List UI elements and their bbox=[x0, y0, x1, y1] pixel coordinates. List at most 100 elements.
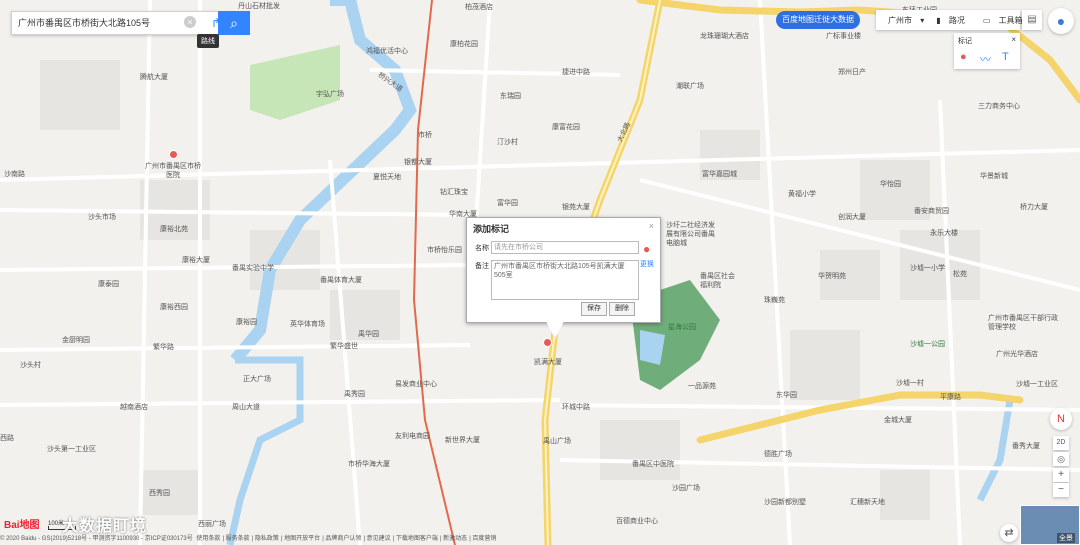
poi-label[interactable]: 广州光华酒店 bbox=[996, 350, 1038, 359]
poi-label[interactable]: 禹秀园 bbox=[344, 390, 365, 399]
marker-note-textarea[interactable]: 广州市番禺区市桥街大北路105号凯满大厦505室 bbox=[491, 260, 639, 300]
search-button[interactable]: ⌕ bbox=[218, 11, 250, 35]
poi-label[interactable]: 康裕西园 bbox=[160, 303, 188, 312]
city-selector[interactable]: 广州市 ▾ bbox=[876, 15, 930, 26]
poi-label[interactable]: 西秀园 bbox=[149, 489, 170, 498]
poi-label[interactable]: 东瑞园 bbox=[500, 92, 521, 101]
poi-label[interactable]: 番禺区中医院 bbox=[632, 460, 674, 469]
poi-label[interactable]: 广标事业楼 bbox=[826, 32, 861, 41]
marker-name-input[interactable]: 请先在市桥公司 bbox=[491, 241, 639, 254]
footer-link[interactable]: 隐私政策 bbox=[255, 536, 279, 542]
text-icon[interactable]: T bbox=[1002, 51, 1009, 63]
footer-link[interactable]: 百度营销 bbox=[472, 536, 496, 542]
poi-label[interactable]: 东华园 bbox=[776, 391, 797, 400]
2d-toggle-button[interactable]: 2D bbox=[1053, 436, 1069, 450]
park-label[interactable]: 沙墟一公园 bbox=[910, 340, 945, 349]
user-avatar-button[interactable]: ● bbox=[1048, 8, 1074, 34]
save-button[interactable]: 保存 bbox=[581, 302, 607, 316]
poi-label[interactable]: 百德商业中心 bbox=[616, 517, 658, 526]
poi-label[interactable]: 越南酒店 bbox=[120, 403, 148, 412]
delete-button[interactable]: 删除 bbox=[609, 302, 635, 316]
panorama-thumbnail[interactable]: 全景 bbox=[1020, 505, 1080, 545]
swap-view-button[interactable]: ⇄ bbox=[1000, 524, 1018, 542]
footer-link[interactable]: 新激动态 bbox=[443, 536, 467, 542]
poi-label[interactable]: 华怡园 bbox=[880, 180, 901, 189]
poi-label[interactable]: 柏茂酒店 bbox=[465, 3, 493, 12]
poi-label[interactable]: 松苑 bbox=[953, 270, 967, 279]
poi-label[interactable]: 康泰园 bbox=[98, 280, 119, 289]
poi-label[interactable]: 番安商贸园 bbox=[914, 207, 949, 216]
poi-label[interactable]: 康裕园 bbox=[236, 318, 257, 327]
poi-label[interactable]: 金城大厦 bbox=[884, 416, 912, 425]
poi-label[interactable]: 康富花园 bbox=[552, 123, 580, 132]
poi-label[interactable]: 银都大厦 bbox=[404, 158, 432, 167]
poi-label[interactable]: 广州市番禺区市桥医院 bbox=[145, 150, 201, 180]
poi-label[interactable]: 龙珠珊瑚大酒店 bbox=[700, 32, 749, 41]
poi-label[interactable]: 沙头市场 bbox=[88, 213, 116, 222]
footer-link[interactable]: 下载地图客户端 bbox=[396, 536, 438, 542]
footer-link[interactable]: 服务条款 bbox=[226, 536, 250, 542]
poi-label[interactable]: 禹山广场 bbox=[543, 437, 571, 446]
change-icon-link[interactable]: 更换 bbox=[640, 259, 654, 269]
poi-label[interactable]: 市桥 bbox=[418, 131, 432, 140]
poi-label[interactable]: 正大广场 bbox=[243, 375, 271, 384]
clear-icon[interactable]: × bbox=[184, 16, 196, 28]
poi-label[interactable]: 潮联广场 bbox=[676, 82, 704, 91]
poi-label[interactable]: 银苑大厦 bbox=[562, 203, 590, 212]
poi-label[interactable]: 沙墟一小学 bbox=[910, 264, 945, 273]
locate-button[interactable]: ◎ bbox=[1053, 452, 1069, 466]
poi-label[interactable]: 沙头村 bbox=[20, 361, 41, 370]
poi-label[interactable]: 凯满大厦 bbox=[534, 358, 562, 367]
poi-label[interactable]: 创润大厦 bbox=[838, 213, 866, 222]
poi-label[interactable]: 一品源苑 bbox=[688, 382, 716, 391]
poi-label[interactable]: 英华体育场 bbox=[290, 320, 325, 329]
poi-label[interactable]: 沙园广场 bbox=[672, 484, 700, 493]
poi-label[interactable]: 沙头第一工业区 bbox=[47, 445, 96, 454]
poi-label[interactable]: 禹华园 bbox=[358, 330, 379, 339]
footer-link[interactable]: 使用条款 bbox=[196, 536, 220, 542]
poi-label[interactable]: 鸿福优活中心 bbox=[366, 47, 408, 56]
poi-label[interactable]: 沙墟一村 bbox=[896, 379, 924, 388]
message-button[interactable]: ▤ bbox=[1022, 10, 1042, 30]
traffic-button[interactable]: ▮ 路况 bbox=[930, 15, 977, 26]
poi-label[interactable]: 德胜广场 bbox=[764, 450, 792, 459]
park-label[interactable]: 星海公园 bbox=[668, 323, 696, 332]
poi-label[interactable]: 易发商业中心 bbox=[395, 380, 437, 389]
search-input[interactable] bbox=[12, 12, 184, 32]
poi-label[interactable]: 富华嘉园城 bbox=[702, 170, 737, 179]
poi-label[interactable]: 康柏花园 bbox=[450, 40, 478, 49]
poi-label[interactable]: 康裕北苑 bbox=[160, 225, 188, 234]
poi-label[interactable]: 富华园 bbox=[497, 199, 518, 208]
poi-label[interactable]: 新世界大厦 bbox=[445, 436, 480, 445]
poi-label[interactable]: 华贺明苑 bbox=[818, 272, 846, 281]
poi-label[interactable]: 番禺体育大厦 bbox=[320, 276, 362, 285]
zoom-out-button[interactable]: − bbox=[1053, 483, 1069, 497]
poi-label[interactable]: 腾航大厦 bbox=[140, 73, 168, 82]
pin-icon[interactable]: ● bbox=[960, 51, 967, 63]
footer-link[interactable]: 意见建议 bbox=[367, 536, 391, 542]
close-icon[interactable]: × bbox=[1011, 35, 1016, 44]
footer-link[interactable]: 品牌商户认领 bbox=[325, 536, 361, 542]
poi-label[interactable]: 夏悦天地 bbox=[373, 173, 401, 182]
poi-label[interactable]: 沙墟一工业区 bbox=[1016, 380, 1058, 389]
poi-label[interactable]: 番秀大厦 bbox=[1012, 442, 1040, 451]
poi-label[interactable]: 金厨明园 bbox=[62, 336, 90, 345]
selected-marker-icon[interactable] bbox=[543, 338, 552, 347]
poi-label[interactable]: 郑州日产 bbox=[838, 68, 866, 77]
poi-label[interactable]: 沙园新都别墅 bbox=[764, 498, 806, 507]
footer-link[interactable]: 地图开放平台 bbox=[284, 536, 320, 542]
poi-label[interactable]: 华景新城 bbox=[980, 172, 1008, 181]
poi-label[interactable]: 广州市番禺区干部行政管理学校 bbox=[988, 314, 1058, 332]
poi-label[interactable]: 汀沙村 bbox=[497, 138, 518, 147]
poi-label[interactable]: 繁华盛世 bbox=[330, 342, 358, 351]
poi-label[interactable]: 沙圩二社经济发展有限公司番禺电脑城 bbox=[666, 221, 718, 248]
zoom-in-button[interactable]: + bbox=[1053, 468, 1069, 482]
poi-label[interactable]: 丹山石材批发 bbox=[238, 2, 280, 11]
migration-data-button[interactable]: 百度地图迁徙大数据 bbox=[776, 11, 860, 29]
poi-label[interactable]: 市桥华海大厦 bbox=[348, 460, 390, 469]
poi-label[interactable]: 友利电商园 bbox=[395, 432, 430, 441]
poi-label[interactable]: 黄福小学 bbox=[788, 190, 816, 199]
poi-label[interactable]: 番禺实验中学 bbox=[232, 264, 274, 273]
poi-label[interactable]: 永乐大楼 bbox=[930, 229, 958, 238]
poi-label[interactable]: 西丽广场 bbox=[198, 520, 226, 529]
